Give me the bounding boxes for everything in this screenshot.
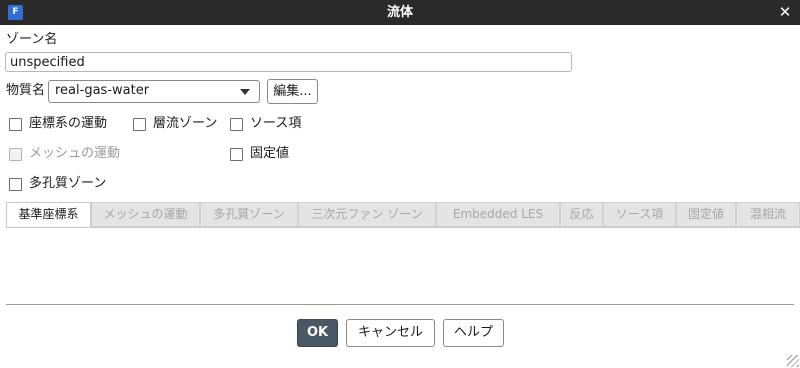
help-button[interactable]: ヘルプ <box>443 319 504 347</box>
chevron-down-icon <box>240 89 250 95</box>
tab-3d-fan-zone[interactable]: 三次元ファン ゾーン <box>298 202 436 227</box>
zone-name-input[interactable] <box>5 52 572 72</box>
material-name-label: 物質名 <box>6 83 46 98</box>
mesh-motion-label: メッシュの運動 <box>29 146 121 161</box>
tab-multiphase[interactable]: 混相流 <box>736 202 800 227</box>
zone-name-label: ゾーン名 <box>6 32 58 47</box>
material-select[interactable]: real-gas-water <box>48 80 260 103</box>
tab-porous-zone[interactable]: 多孔質ゾーン <box>200 202 298 227</box>
checkbox-box <box>133 118 146 131</box>
cancel-button[interactable]: キャンセル <box>346 319 435 347</box>
tab-mesh-motion[interactable]: メッシュの運動 <box>91 202 200 227</box>
laminar-zone-label: 層流ゾーン <box>153 116 218 131</box>
tab-reference-frame[interactable]: 基準座標系 <box>6 202 91 228</box>
checkbox-box <box>9 178 22 191</box>
checkbox-box <box>230 118 243 131</box>
zone-settings-tabs: 基準座標系 メッシュの運動 多孔質ゾーン 三次元ファン ゾーン Embedded… <box>6 202 800 228</box>
mesh-motion-checkbox: メッシュの運動 <box>9 145 129 163</box>
title-bar: F 流体 ✕ <box>0 0 800 25</box>
checkbox-box <box>9 118 22 131</box>
checkbox-box <box>230 148 243 161</box>
porous-zone-checkbox[interactable]: 多孔質ゾーン <box>9 175 119 193</box>
tab-panel <box>6 227 800 305</box>
close-icon[interactable]: ✕ <box>776 3 794 21</box>
source-terms-checkbox[interactable]: ソース項 <box>230 115 310 133</box>
edit-material-button[interactable]: 編集... <box>267 79 318 104</box>
porous-zone-label: 多孔質ゾーン <box>29 176 107 191</box>
source-terms-label: ソース項 <box>250 116 302 131</box>
frame-motion-checkbox[interactable]: 座標系の運動 <box>9 115 129 133</box>
fixed-values-checkbox[interactable]: 固定値 <box>230 145 310 163</box>
window-title: 流体 <box>386 5 413 20</box>
tab-embedded-les[interactable]: Embedded LES <box>436 202 560 227</box>
checkbox-box <box>9 148 22 161</box>
tab-fixed-values[interactable]: 固定値 <box>676 202 736 227</box>
fixed-values-label: 固定値 <box>250 146 290 161</box>
frame-motion-label: 座標系の運動 <box>29 116 108 131</box>
divider <box>6 304 794 305</box>
resize-grip-icon[interactable] <box>787 355 799 367</box>
tab-source-terms[interactable]: ソース項 <box>603 202 676 227</box>
ok-button[interactable]: OK <box>297 319 338 347</box>
tab-reaction[interactable]: 反応 <box>560 202 603 227</box>
material-select-value: real-gas-water <box>55 83 150 98</box>
laminar-zone-checkbox[interactable]: 層流ゾーン <box>133 115 223 133</box>
